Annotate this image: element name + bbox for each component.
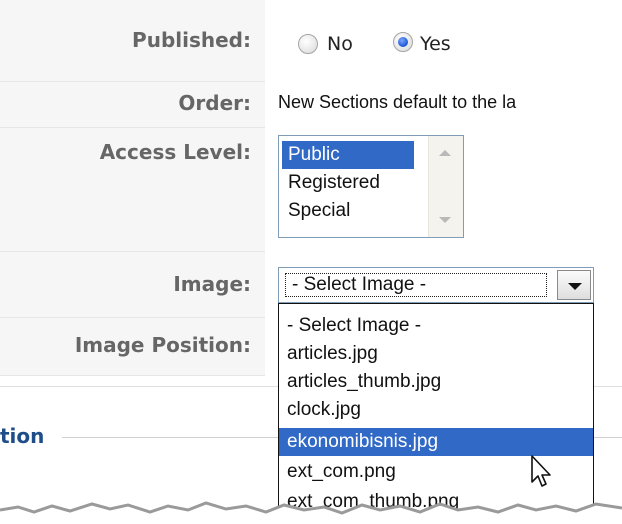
torn-edge-decoration	[0, 501, 622, 524]
access-level-option-public[interactable]: Public	[282, 141, 414, 169]
published-label: Published:	[132, 28, 251, 52]
image-label-cell: Image:	[0, 252, 265, 318]
image-position-label-cell: Image Position:	[0, 318, 265, 376]
image-option[interactable]: articles.jpg	[279, 340, 593, 368]
section-details-form: Published: No Yes Order: New Sections de…	[0, 0, 622, 524]
order-label-cell: Order:	[0, 82, 265, 128]
image-label: Image:	[173, 272, 251, 296]
published-label-cell: Published:	[0, 0, 265, 82]
published-row: Published: No Yes	[0, 0, 622, 82]
access-level-listbox[interactable]: Public Registered Special	[278, 135, 464, 238]
access-level-label: Access Level:	[99, 140, 251, 164]
access-level-scrollbar[interactable]	[428, 136, 463, 237]
access-level-option-registered[interactable]: Registered	[282, 169, 414, 197]
access-level-label-cell: Access Level:	[0, 128, 265, 252]
chevron-down-icon	[568, 283, 582, 290]
image-option[interactable]: - Select Image -	[279, 312, 593, 340]
access-level-option-special[interactable]: Special	[282, 197, 414, 225]
image-select-value[interactable]: - Select Image -	[285, 273, 547, 297]
published-yes-label: Yes	[420, 33, 451, 55]
arrow-cursor-icon	[531, 455, 551, 487]
order-row: Order: New Sections default to the la	[0, 82, 622, 128]
order-label: Order:	[178, 91, 251, 115]
image-option[interactable]: clock.jpg	[279, 396, 593, 424]
scroll-up-arrow-icon[interactable]	[439, 150, 451, 156]
scroll-down-arrow-icon[interactable]	[439, 217, 451, 223]
image-position-label: Image Position:	[74, 333, 251, 357]
section-title: tion	[0, 424, 45, 448]
image-select-button[interactable]	[557, 270, 591, 300]
image-option[interactable]: articles_thumb.jpg	[279, 368, 593, 396]
order-info-text: New Sections default to the la	[278, 92, 517, 112]
image-select[interactable]: - Select Image -	[278, 267, 594, 303]
published-no-label: No	[327, 33, 353, 55]
published-no-radio[interactable]	[298, 34, 318, 54]
image-option-highlighted[interactable]: ekonomibisnis.jpg	[279, 428, 593, 456]
published-yes-radio[interactable]	[393, 32, 413, 52]
